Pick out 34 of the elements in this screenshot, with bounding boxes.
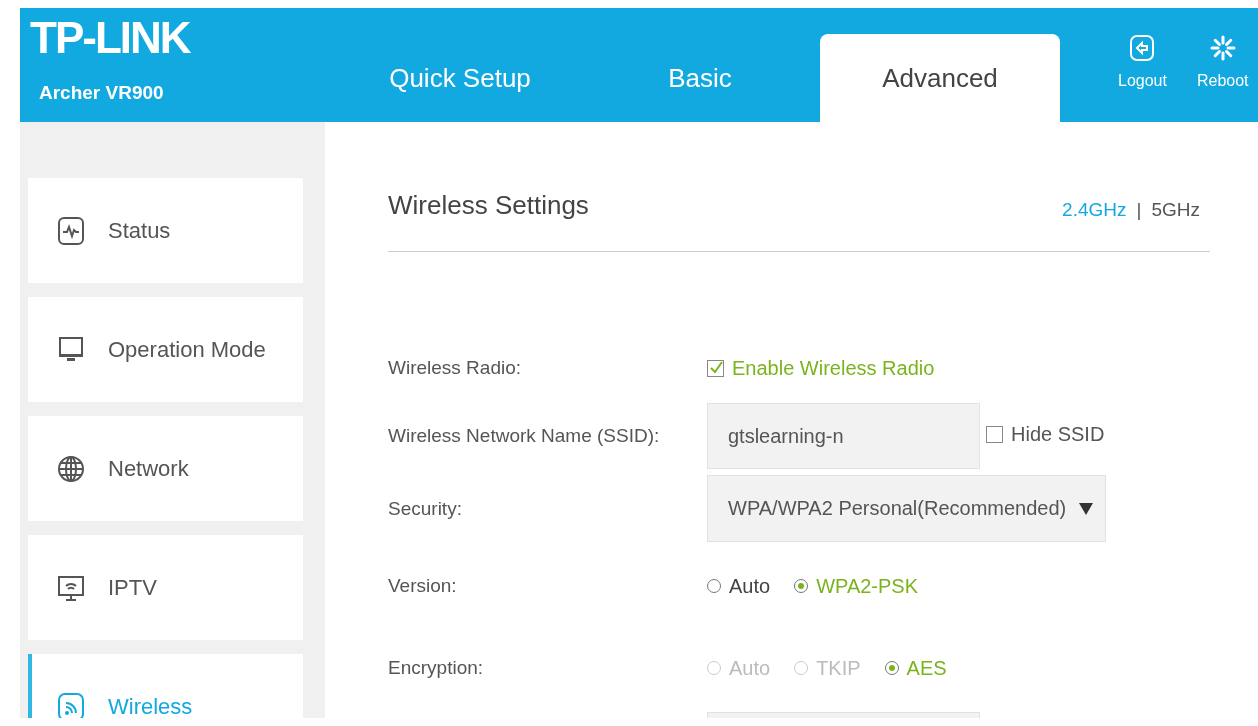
radio-label: WPA2-PSK — [816, 574, 919, 598]
sidebar-item[interactable]: Status — [28, 178, 303, 283]
sidebar-item[interactable]: Operation Mode — [28, 297, 303, 402]
nav-tab[interactable]: Advanced — [820, 34, 1060, 122]
sidebar-item[interactable]: IPTV — [28, 535, 303, 640]
model-name: Archer VR900 — [39, 82, 165, 104]
radio-label: AES — [906, 656, 947, 680]
activity-icon — [56, 214, 86, 247]
dropdown-caret-icon — [1079, 502, 1093, 515]
field-label: Wireless Radio: — [388, 357, 523, 379]
field-label: Security: — [388, 497, 463, 520]
checkbox-label: Hide SSID — [1011, 423, 1105, 446]
band-link[interactable]: 5GHz — [1151, 198, 1200, 221]
radio-button[interactable] — [794, 579, 809, 593]
page-title: Wireless Settings — [388, 190, 589, 221]
checkbox[interactable] — [707, 359, 724, 377]
logout-icon — [1129, 34, 1156, 62]
radio-button[interactable] — [707, 579, 721, 593]
radio-label: Auto — [729, 656, 771, 680]
field-label: Encryption: — [388, 657, 485, 679]
spinner-icon — [1208, 34, 1237, 62]
radio-label: Auto — [729, 574, 771, 598]
ssid-field[interactable]: gtslearning-n — [707, 403, 980, 469]
sidebar-item[interactable]: Network — [28, 416, 303, 521]
radio-button[interactable] — [884, 661, 899, 675]
field-label: Version: — [388, 575, 458, 597]
checkbox-label: Enable Wireless Radio — [732, 356, 935, 380]
field-label: Wireless Network Name (SSID): — [388, 425, 661, 447]
radio-label: TKIP — [816, 656, 861, 680]
separator: | — [1136, 198, 1142, 221]
wifi-icon — [56, 690, 86, 718]
checkbox[interactable] — [986, 426, 1003, 443]
security-dropdown[interactable]: WPA/WPA2 Personal(Recommended) — [707, 475, 1106, 542]
logo: TP-LINK — [30, 16, 192, 60]
